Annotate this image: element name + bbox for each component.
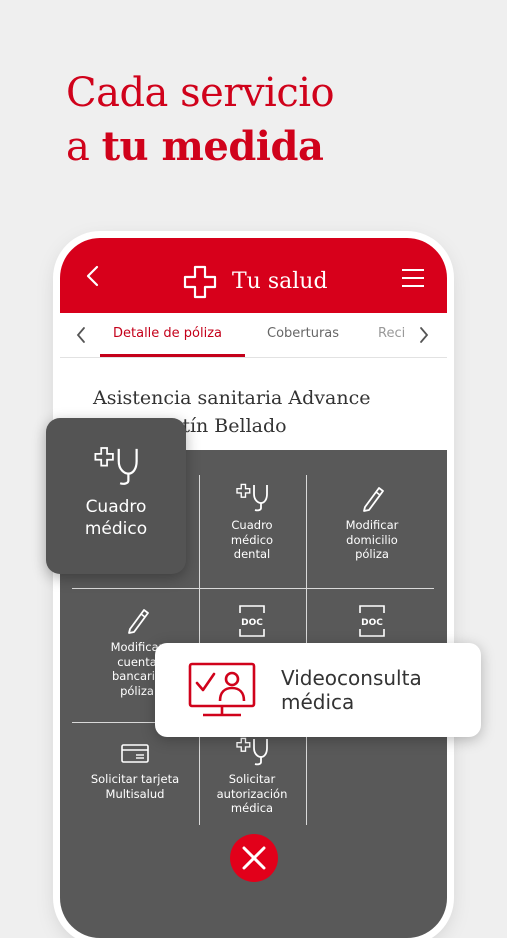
- service-label: Solicitar: [228, 772, 276, 786]
- document-icon: DOC: [359, 605, 385, 637]
- card-icon: [121, 744, 149, 763]
- cuadro-medico-label-2: médico: [84, 519, 148, 539]
- videoconsulta-label: Videoconsulta médica: [281, 666, 422, 714]
- phone-frame: Tu salud Detalle de póliza Coberturas Re…: [60, 238, 447, 938]
- service-cuadro-medico-dental[interactable]: Cuadro médico dental: [189, 480, 315, 562]
- app-header: Tu salud: [60, 238, 447, 313]
- pencil-icon: [128, 609, 149, 634]
- service-label: dental: [233, 547, 271, 561]
- document-icon: DOC: [239, 605, 265, 637]
- stethoscope-icon: [236, 483, 268, 512]
- doc-label: DOC: [241, 618, 263, 628]
- pencil-icon: [363, 487, 384, 512]
- video-consultation-icon: [188, 662, 256, 717]
- close-icon: [242, 846, 266, 870]
- service-modificar-domicilio[interactable]: Modificar domicilio póliza: [309, 480, 435, 562]
- service-label: Modificar: [345, 518, 399, 532]
- cuadro-medico-card[interactable]: Cuadro médico: [46, 418, 186, 574]
- hamburger-menu-icon[interactable]: [401, 268, 425, 288]
- stethoscope-icon: [94, 447, 138, 485]
- tab-recibos[interactable]: Reci: [378, 326, 405, 341]
- service-label: médica: [230, 801, 274, 815]
- close-menu-button[interactable]: [230, 834, 278, 882]
- service-documento[interactable]: DOC: [189, 604, 315, 644]
- policy-name: Asistencia sanitaria Advance: [93, 387, 371, 409]
- tab-scroll-left-icon[interactable]: [74, 325, 88, 345]
- service-documento[interactable]: DOC: [309, 604, 435, 644]
- tab-scroll-right-icon[interactable]: [417, 325, 431, 345]
- tab-detalle-poliza[interactable]: Detalle de póliza: [113, 326, 222, 341]
- service-label: Multisalud: [105, 786, 165, 801]
- tab-coberturas[interactable]: Coberturas: [267, 326, 339, 341]
- active-tab-indicator: [100, 354, 245, 357]
- header-title: Tu salud: [232, 269, 328, 294]
- service-label: Cuadro: [231, 518, 273, 532]
- headline: Cada servicio a tu medida: [66, 66, 335, 174]
- videoconsulta-card[interactable]: Videoconsulta médica: [155, 643, 481, 737]
- headline-line-2: a tu medida: [66, 120, 334, 174]
- videoconsulta-line-1: Videoconsulta: [281, 666, 422, 690]
- headline-bold: tu medida: [101, 123, 324, 170]
- headline-prefix: a: [66, 124, 102, 170]
- health-cross-logo-icon: [183, 265, 217, 299]
- stethoscope-icon: [236, 737, 268, 766]
- service-solicitar-autorizacion[interactable]: Solicitar autorización médica: [189, 734, 315, 816]
- headline-line-1: Cada servicio: [66, 70, 335, 116]
- tab-bar: Detalle de póliza Coberturas Reci: [60, 313, 447, 358]
- cuadro-medico-label-1: Cuadro: [85, 497, 147, 517]
- service-label: médico: [230, 532, 274, 547]
- doc-label: DOC: [361, 618, 383, 628]
- back-arrow-icon[interactable]: [82, 262, 104, 290]
- videoconsulta-line-2: médica: [281, 690, 355, 714]
- service-solicitar-tarjeta[interactable]: Solicitar tarjeta Multisalud: [72, 740, 198, 801]
- service-label: póliza: [355, 547, 389, 561]
- grid-divider: [72, 588, 434, 589]
- service-label: autorización: [216, 786, 288, 801]
- service-label: domicilio: [346, 532, 398, 547]
- service-label: Solicitar tarjeta: [90, 772, 180, 786]
